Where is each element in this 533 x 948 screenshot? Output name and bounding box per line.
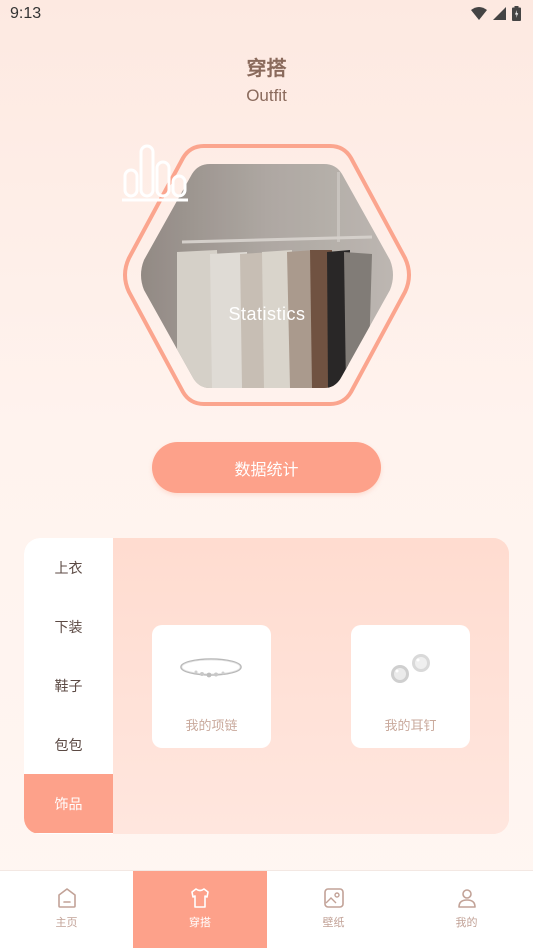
category-list: 上衣 下装 鞋子 包包 饰品: [24, 538, 113, 834]
battery-icon: [512, 6, 521, 21]
category-bottoms[interactable]: 下装: [24, 597, 113, 656]
nav-wallpaper-label: 壁纸: [322, 916, 345, 929]
page-subtitle: Outfit: [246, 86, 287, 105]
nav-wallpaper[interactable]: 壁纸: [267, 871, 400, 948]
necklace-card[interactable]: 我的项链: [152, 625, 271, 748]
necklace-image: [180, 658, 242, 678]
status-bar: 9:13: [0, 0, 533, 30]
nav-home[interactable]: 主页: [0, 871, 133, 948]
earrings-label: 我的耳钉: [384, 719, 437, 734]
wallpaper-icon: [323, 888, 344, 908]
shirt-icon: [191, 888, 209, 908]
wifi-icon: [471, 7, 487, 20]
category-accessories[interactable]: 饰品: [24, 774, 113, 833]
category-panel: 上衣 下装 鞋子 包包 饰品 我的项链 我的耳钉: [24, 538, 509, 834]
statistics-label: Statistics: [228, 304, 306, 324]
nav-outfit-label: 穿搭: [189, 916, 211, 929]
nav-mine[interactable]: 我的: [400, 871, 533, 948]
nav-mine-label: 我的: [455, 916, 478, 929]
page-title: 穿搭: [246, 56, 287, 80]
category-tops[interactable]: 上衣: [24, 538, 113, 597]
necklace-label: 我的项链: [185, 719, 238, 734]
earrings-card[interactable]: 我的耳钉: [351, 625, 470, 748]
earrings-image: [391, 654, 430, 683]
cards-area: 我的项链 我的耳钉: [113, 538, 509, 834]
category-bags[interactable]: 包包: [24, 715, 113, 774]
data-statistics-button[interactable]: 数据统计: [152, 442, 381, 493]
status-time: 9:13: [10, 5, 42, 22]
bottom-nav: 主页 穿搭 壁纸 我的: [0, 870, 533, 948]
home-icon: [57, 888, 76, 908]
bar-chart-icon: [122, 144, 188, 202]
nav-home-label: 主页: [55, 916, 78, 929]
signal-icon: [493, 7, 506, 20]
statistics-hero[interactable]: Statistics: [122, 142, 412, 408]
status-icons: [471, 6, 521, 21]
nav-outfit[interactable]: 穿搭: [133, 871, 267, 948]
category-shoes[interactable]: 鞋子: [24, 656, 113, 715]
person-icon: [457, 889, 476, 908]
